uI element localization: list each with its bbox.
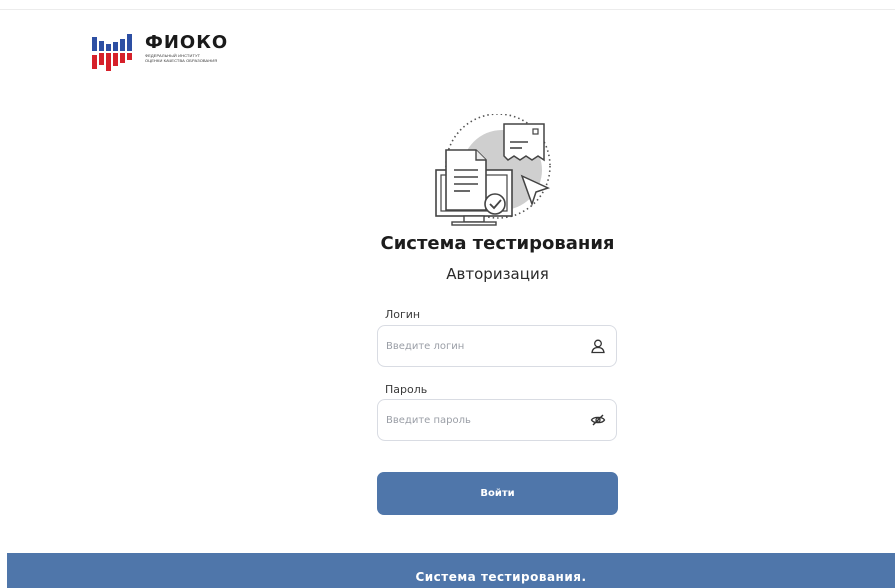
footer-text: Система тестирования. xyxy=(415,570,587,584)
password-field[interactable] xyxy=(377,399,617,441)
testing-illustration-icon xyxy=(435,114,551,226)
password-input[interactable] xyxy=(386,400,586,440)
page-subtitle: Авторизация xyxy=(446,265,549,283)
login-page: ФИОКО Федеральный институт оценки качест… xyxy=(0,0,895,588)
page-title: Система тестирования xyxy=(380,233,615,254)
fioco-logo-mark-icon xyxy=(92,34,132,71)
password-label: Пароль xyxy=(385,383,428,396)
logo-title: ФИОКО xyxy=(145,32,229,53)
login-button[interactable]: Войти xyxy=(377,472,618,515)
top-divider xyxy=(0,9,895,10)
logo-text: ФИОКО Федеральный институт оценки качест… xyxy=(145,32,229,64)
login-input[interactable] xyxy=(386,326,586,366)
eye-slash-icon[interactable] xyxy=(590,412,606,428)
footer: Система тестирования. xyxy=(7,553,895,588)
logo-subtitle-line2: оценки качества образования xyxy=(145,58,218,63)
user-icon xyxy=(591,339,605,354)
login-field[interactable] xyxy=(377,325,617,367)
login-label: Логин xyxy=(385,308,421,321)
fioco-logo[interactable]: ФИОКО Федеральный институт оценки качест… xyxy=(92,31,228,73)
